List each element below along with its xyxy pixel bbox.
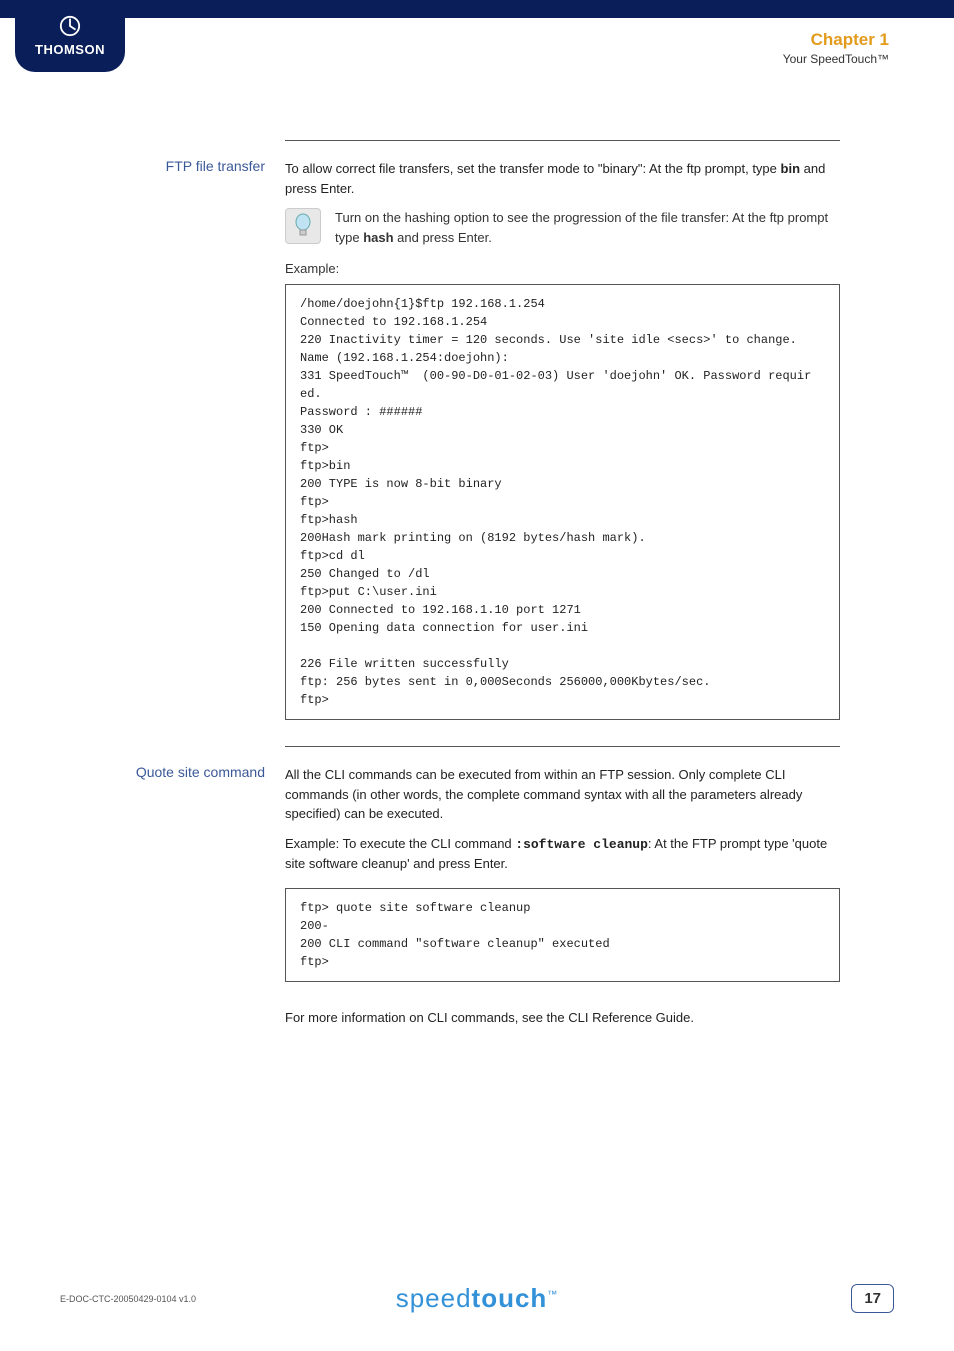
section-label-quote: Quote site command — [85, 764, 265, 780]
text-span: Example: To execute the CLI command — [285, 836, 515, 851]
page-footer: E-DOC-CTC-20050429-0104 v1.0 speedtouch™… — [60, 1284, 894, 1313]
section-ftp-file-transfer: FTP file transfer To allow correct file … — [285, 140, 840, 720]
quote-paragraph-1: All the CLI commands can be executed fro… — [285, 765, 840, 824]
thomson-logo-icon — [59, 15, 81, 40]
section-quote-site-command: Quote site command All the CLI commands … — [285, 746, 840, 1027]
document-id: E-DOC-CTC-20050429-0104 v1.0 — [60, 1294, 196, 1304]
trademark-symbol: ™ — [547, 1289, 558, 1300]
brand-logo-text: THOMSON — [35, 42, 105, 57]
hash-keyword: hash — [363, 230, 393, 245]
page-header-right: Chapter 1 Your SpeedTouch™ — [783, 30, 889, 66]
example-label: Example: — [285, 261, 840, 276]
speedtouch-brand: speedtouch™ — [396, 1283, 559, 1314]
lightbulb-icon — [285, 208, 321, 244]
brand-logo-tab: THOMSON — [15, 0, 125, 72]
brand-light-part: speed — [396, 1283, 472, 1313]
quote-paragraph-3: For more information on CLI commands, se… — [285, 1008, 840, 1028]
section-divider — [285, 140, 840, 141]
text-span: and press Enter. — [394, 230, 492, 245]
quote-paragraph-2: Example: To execute the CLI command :sof… — [285, 834, 840, 874]
chapter-subtitle: Your SpeedTouch™ — [783, 52, 889, 66]
tip-note: Turn on the hashing option to see the pr… — [285, 208, 840, 247]
page-number: 17 — [851, 1284, 894, 1313]
ftp-intro-paragraph: To allow correct file transfers, set the… — [285, 159, 840, 198]
quote-site-code-block: ftp> quote site software cleanup 200- 20… — [285, 888, 840, 982]
top-bar — [0, 0, 954, 18]
text-span: To allow correct file transfers, set the… — [285, 161, 781, 176]
chapter-title: Chapter 1 — [783, 30, 889, 50]
section-label-ftp: FTP file transfer — [85, 158, 265, 174]
bin-keyword: bin — [781, 161, 801, 176]
ftp-session-code-block: /home/doejohn{1}$ftp 192.168.1.254 Conne… — [285, 284, 840, 720]
tip-text: Turn on the hashing option to see the pr… — [335, 208, 840, 247]
cli-command-code: :software cleanup — [515, 837, 648, 852]
brand-bold-part: touch — [472, 1283, 548, 1313]
section-divider — [285, 746, 840, 747]
